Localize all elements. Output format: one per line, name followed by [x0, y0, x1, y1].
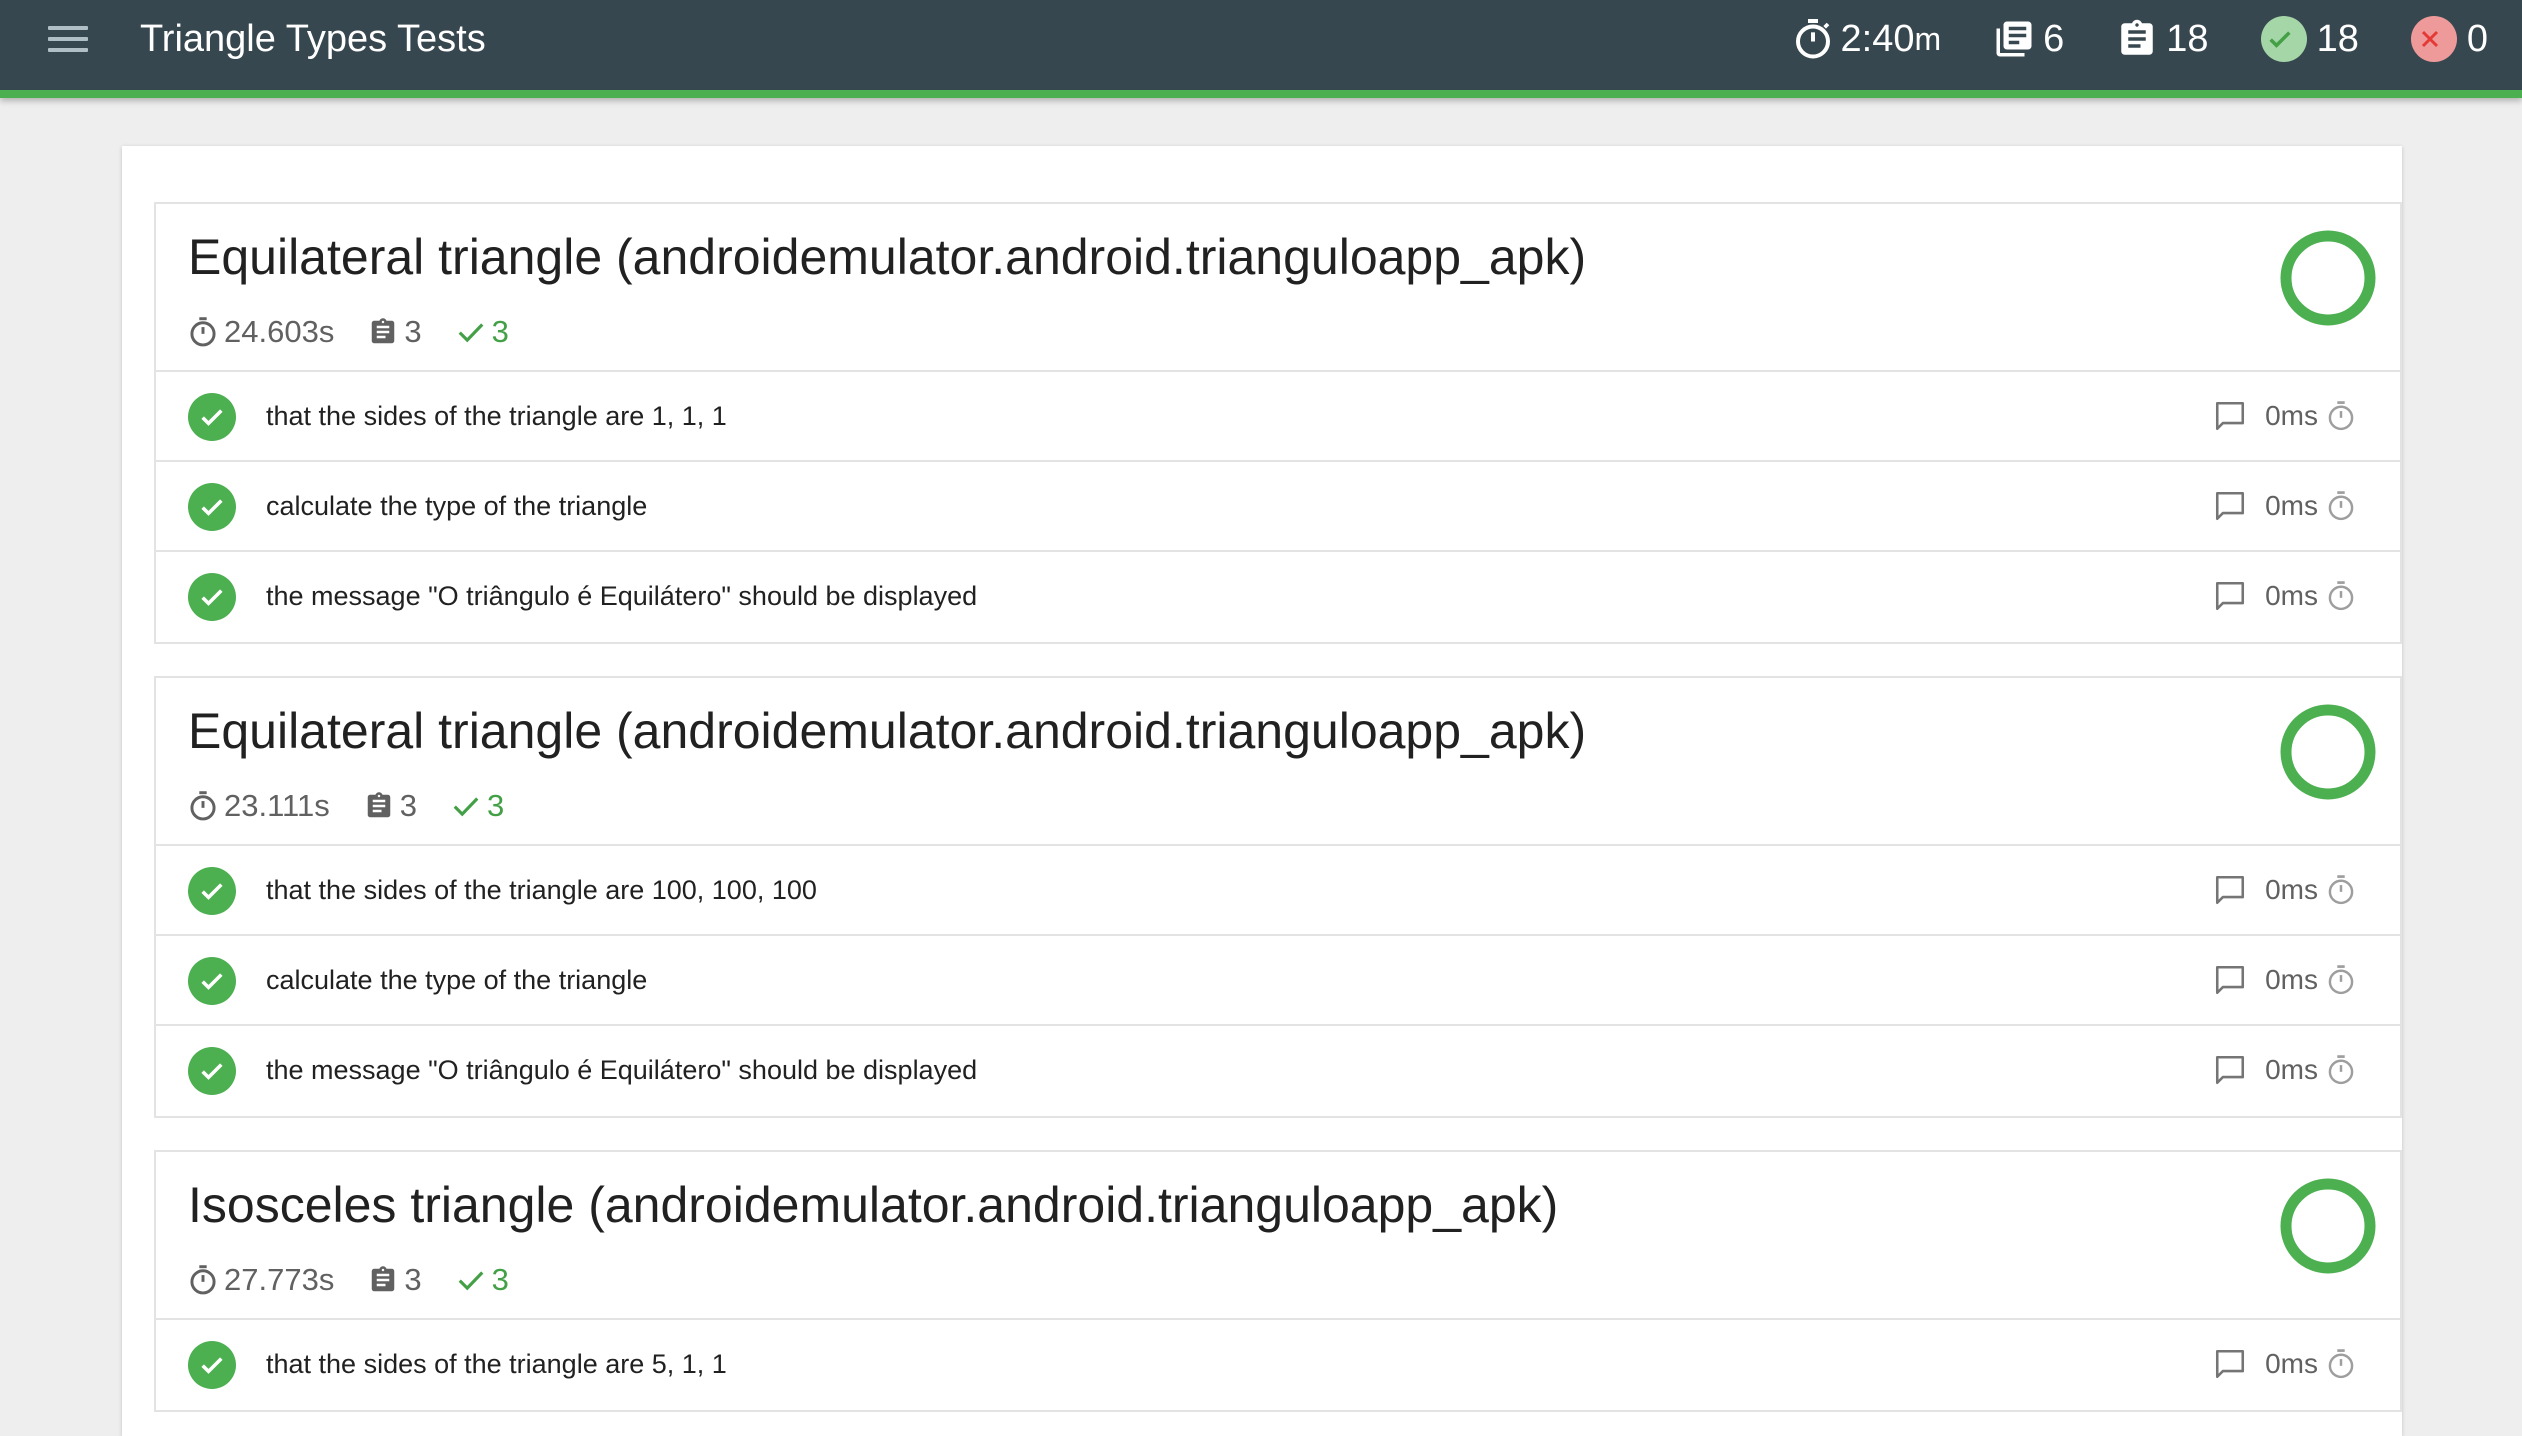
- step-passed-icon: [188, 483, 236, 531]
- step-passed-icon: [188, 1047, 236, 1095]
- step-row[interactable]: calculate the type of the triangle 0ms: [156, 936, 2400, 1026]
- feature-scenario-count: 3: [399, 788, 417, 823]
- stopwatch-icon: [2328, 1349, 2354, 1379]
- library-books-icon: [1996, 21, 2032, 57]
- page-title: Triangle Types Tests: [140, 18, 486, 60]
- step-duration: 0ms: [2265, 874, 2318, 905]
- feature-card: Isosceles triangle (androidemulator.andr…: [154, 1150, 2402, 1412]
- stopwatch-icon: [1795, 19, 1830, 59]
- step-text: calculate the type of the triangle: [266, 491, 648, 521]
- feature-passed-count: 3: [491, 314, 509, 349]
- stopwatch-icon: [2328, 875, 2354, 905]
- step-row[interactable]: calculate the type of the triangle 0ms: [156, 462, 2400, 552]
- feature-passed-count: 3: [491, 1262, 509, 1297]
- total-duration[interactable]: 2:40 m: [1793, 12, 1942, 66]
- passed-check-icon: [2260, 16, 2307, 62]
- feature-duration: 24.603s: [224, 314, 335, 349]
- comment-icon[interactable]: [2213, 1347, 2247, 1381]
- report-content: Equilateral triangle (androidemulator.an…: [122, 146, 2402, 1436]
- feature-meta: 24.603s 3 3: [188, 312, 543, 352]
- failed-x-icon: [2410, 16, 2457, 62]
- scenarios-count-value: 18: [2166, 18, 2209, 60]
- stopwatch-icon: [190, 317, 216, 347]
- step-passed-icon: [188, 867, 236, 915]
- comment-icon[interactable]: [2213, 1053, 2247, 1087]
- passed-count-value: 18: [2316, 18, 2359, 60]
- clipboard-icon: [372, 1266, 395, 1292]
- feature-card: Equilateral triangle (androidemulator.an…: [154, 202, 2402, 644]
- feature-scenario-count: 3: [404, 314, 422, 349]
- summary-stats: 2:40 m 6 18 18 0: [1793, 12, 2488, 66]
- step-text: the message "O triângulo é Equilátero" s…: [266, 581, 978, 611]
- feature-title: Equilateral triangle (androidemulator.an…: [188, 703, 1587, 759]
- step-row[interactable]: the message "O triângulo é Equilátero" s…: [156, 552, 2400, 642]
- check-icon: [458, 323, 483, 343]
- step-text: that the sides of the triangle are 100, …: [266, 875, 817, 905]
- clipboard-icon: [367, 792, 390, 818]
- feature-meta: 27.773s 3 3: [188, 1260, 543, 1300]
- stopwatch-icon: [2328, 581, 2354, 611]
- feature-title: Equilateral triangle (androidemulator.an…: [188, 229, 1587, 285]
- step-duration: 0ms: [2265, 1054, 2318, 1085]
- step-row[interactable]: that the sides of the triangle are 100, …: [156, 846, 2400, 936]
- comment-icon[interactable]: [2213, 873, 2247, 907]
- scenarios-count[interactable]: 18: [2116, 12, 2209, 66]
- features-count[interactable]: 6: [1993, 12, 2064, 66]
- step-passed-icon: [188, 1341, 236, 1389]
- pass-ring-chart: [2280, 230, 2376, 326]
- menu-icon[interactable]: [48, 26, 88, 58]
- feature-header[interactable]: Equilateral triangle (androidemulator.an…: [156, 204, 2400, 372]
- passed-count[interactable]: 18: [2260, 12, 2359, 66]
- stopwatch-icon: [2328, 965, 2354, 995]
- duration-value: 2:40: [1840, 18, 1915, 60]
- step-row[interactable]: the message "O triângulo é Equilátero" s…: [156, 1026, 2400, 1116]
- clipboard-icon: [372, 318, 395, 344]
- comment-icon[interactable]: [2213, 579, 2247, 613]
- feature-header[interactable]: Equilateral triangle (androidemulator.an…: [156, 678, 2400, 846]
- step-passed-icon: [188, 573, 236, 621]
- step-duration: 0ms: [2265, 1348, 2318, 1379]
- step-text: calculate the type of the triangle: [266, 965, 648, 995]
- step-text: that the sides of the triangle are 5, 1,…: [266, 1349, 727, 1379]
- step-duration: 0ms: [2265, 580, 2318, 611]
- comment-icon[interactable]: [2213, 963, 2247, 997]
- feature-card: Equilateral triangle (androidemulator.an…: [154, 676, 2402, 1118]
- stopwatch-icon: [2328, 491, 2354, 521]
- clipboard-icon: [2121, 19, 2154, 55]
- feature-title: Isosceles triangle (androidemulator.andr…: [188, 1177, 1559, 1233]
- top-app-bar: Triangle Types Tests 2:40 m 6 18 18 0: [0, 0, 2522, 98]
- step-passed-icon: [188, 957, 236, 1005]
- stopwatch-icon: [2328, 401, 2354, 431]
- stopwatch-icon: [2328, 1055, 2354, 1085]
- step-row[interactable]: that the sides of the triangle are 5, 1,…: [156, 1320, 2400, 1410]
- feature-meta: 23.111s 3 3: [188, 786, 538, 826]
- stopwatch-icon: [190, 791, 216, 821]
- step-duration: 0ms: [2265, 490, 2318, 521]
- check-icon: [453, 797, 479, 817]
- comment-icon[interactable]: [2213, 399, 2247, 433]
- feature-passed-count: 3: [486, 788, 505, 823]
- step-row[interactable]: that the sides of the triangle are 1, 1,…: [156, 372, 2400, 462]
- feature-header[interactable]: Isosceles triangle (androidemulator.andr…: [156, 1152, 2400, 1320]
- step-duration: 0ms: [2265, 964, 2318, 995]
- feature-duration: 27.773s: [224, 1262, 335, 1297]
- step-text: that the sides of the triangle are 1, 1,…: [266, 401, 727, 431]
- feature-duration: 23.111s: [224, 788, 330, 823]
- step-passed-icon: [188, 393, 236, 441]
- pass-ring-chart: [2280, 1178, 2376, 1274]
- stopwatch-icon: [190, 1265, 216, 1295]
- features-count-value: 6: [2043, 18, 2065, 60]
- check-icon: [458, 1271, 483, 1291]
- failed-count[interactable]: 0: [2410, 12, 2488, 66]
- step-text: the message "O triângulo é Equilátero" s…: [266, 1055, 978, 1085]
- step-duration: 0ms: [2265, 400, 2318, 431]
- comment-icon[interactable]: [2213, 489, 2247, 523]
- feature-scenario-count: 3: [404, 1262, 422, 1297]
- duration-unit: m: [1914, 21, 1942, 57]
- failed-count-value: 0: [2466, 18, 2488, 60]
- pass-ring-chart: [2280, 704, 2376, 800]
